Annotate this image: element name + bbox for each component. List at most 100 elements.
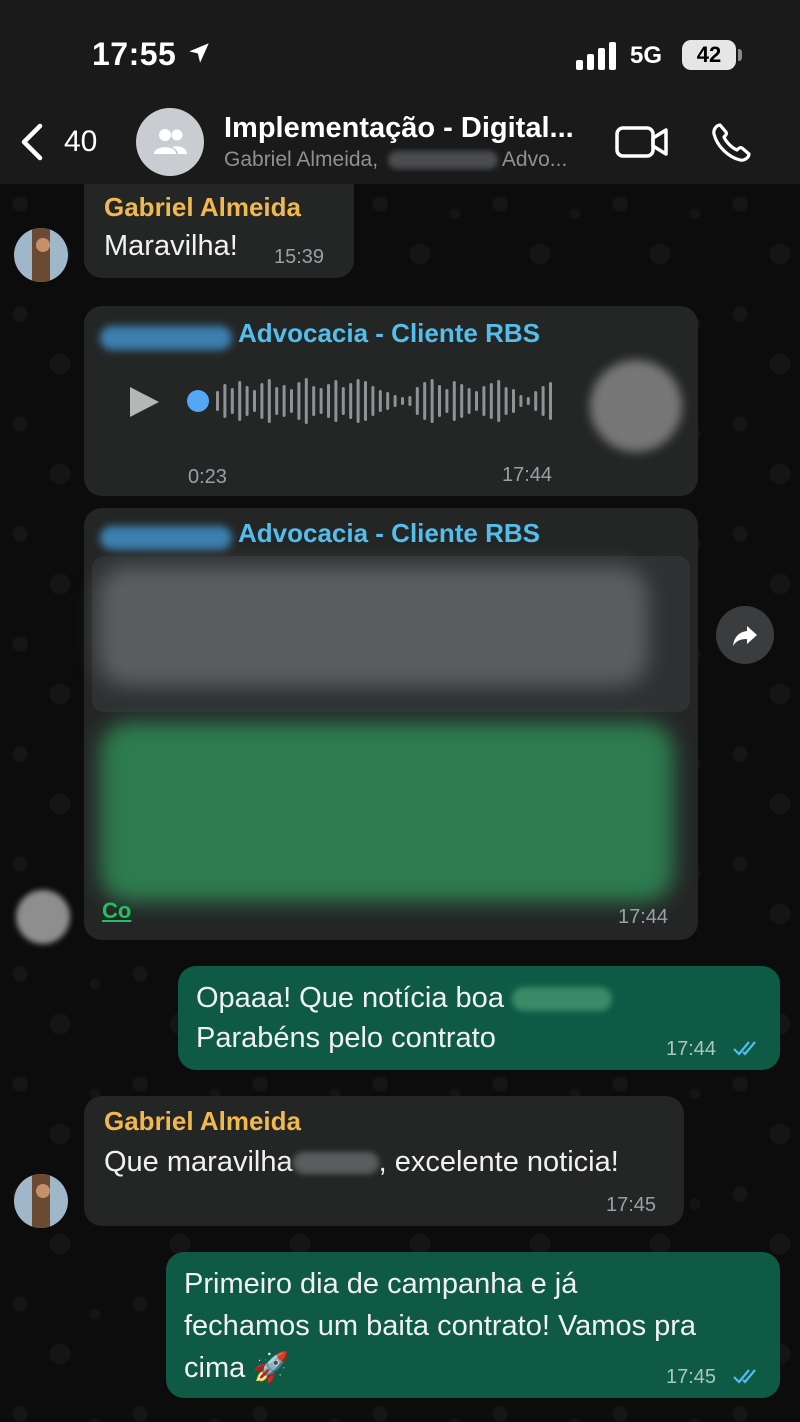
waveform-bar	[260, 383, 264, 419]
message-time: 17:45	[666, 1366, 717, 1388]
waveform-bar	[319, 388, 323, 414]
waveform-bar	[312, 386, 316, 416]
waveform-bar	[408, 396, 412, 406]
waveform-bar	[304, 378, 308, 424]
message-text: Que maravilha, excelente noticia!	[104, 1146, 619, 1178]
waveform-bar	[290, 389, 293, 413]
waveform-bar	[393, 395, 397, 407]
waveform-bar	[452, 381, 456, 421]
redacted-name	[512, 987, 613, 1012]
voice-duration: 0:23	[188, 466, 227, 488]
waveform-scrubber	[187, 390, 209, 412]
outgoing-message-bubble[interactable]: Opaaa! Que notícia boa Parabéns pelo con…	[178, 966, 780, 1070]
message-bubble[interactable]: Gabriel Almeida Maravilha! 15:39	[84, 184, 354, 278]
redacted-content	[100, 722, 674, 902]
back-button[interactable]: 40	[18, 118, 97, 166]
forwarded-message-bubble[interactable]: Advocacia - Cliente RBS Co 17:44	[84, 508, 698, 940]
waveform-bar	[327, 384, 330, 418]
waveform-bar	[423, 382, 427, 420]
message-time: 15:39	[274, 246, 325, 268]
waveform-bar	[349, 383, 353, 419]
message-text: cima 🚀	[184, 1352, 290, 1384]
waveform-bar	[275, 387, 279, 415]
group-members: Gabriel Almeida, Advo...	[224, 148, 594, 172]
status-bar: 17:55 5G 42	[0, 0, 800, 100]
waveform-bar	[504, 387, 508, 415]
redacted-name	[292, 1152, 379, 1175]
waveform-bar	[519, 395, 523, 407]
location-arrow-icon	[189, 43, 209, 63]
video-camera-icon[interactable]	[614, 122, 670, 162]
waveform-bar	[378, 390, 382, 412]
sender-name: Gabriel Almeida	[104, 1106, 301, 1136]
waveform-bar	[467, 388, 471, 414]
quoted-sender: Advocacia - Cliente RBS	[100, 318, 540, 350]
message-text: Maravilha!	[104, 230, 238, 262]
forward-icon	[733, 626, 757, 646]
signal-bars-icon	[576, 42, 616, 70]
waveform-bar	[482, 386, 486, 416]
avatar[interactable]	[14, 228, 68, 282]
back-chevron-icon	[21, 123, 43, 161]
waveform-bar	[267, 379, 271, 423]
forward-button[interactable]	[716, 606, 774, 664]
unread-count: 40	[64, 125, 98, 158]
waveform-bar	[401, 397, 404, 405]
group-title[interactable]: Implementação - Digital...	[224, 112, 604, 145]
members-start: Gabriel Almeida,	[224, 148, 384, 171]
avatar[interactable]	[16, 890, 70, 944]
voice-waveform[interactable]	[186, 376, 560, 426]
message-time: 17:44	[618, 906, 669, 928]
outgoing-message-bubble[interactable]: Primeiro dia de campanha e já fechamos u…	[166, 1252, 780, 1398]
waveform-bar	[356, 379, 360, 423]
waveform-bar	[216, 391, 219, 411]
waveform-bar	[415, 387, 419, 415]
quoted-sender: Advocacia - Cliente RBS	[100, 518, 540, 550]
double-check-icon	[733, 1369, 756, 1384]
waveform-bar	[526, 397, 530, 405]
waveform-bar	[445, 389, 449, 413]
play-icon[interactable]	[126, 384, 162, 420]
waveform-bar	[475, 391, 478, 411]
waveform-bar	[341, 387, 345, 415]
waveform-bar	[386, 392, 390, 410]
waveform-bar	[534, 391, 538, 411]
waveform-bar	[230, 388, 234, 414]
voice-sender-avatar	[590, 360, 682, 452]
waveform-bar	[245, 386, 249, 416]
waveform-bar	[253, 390, 256, 412]
redacted-member	[387, 151, 498, 170]
waveform-bar	[371, 386, 375, 416]
waveform-bar	[282, 385, 286, 417]
members-end: Advo...	[501, 148, 568, 171]
message-time: 17:45	[606, 1194, 657, 1216]
battery-indicator: 42	[682, 40, 736, 70]
group-icon	[154, 129, 187, 154]
status-time: 17:55	[92, 36, 177, 72]
battery-cap	[738, 49, 742, 61]
message-link[interactable]: Co	[102, 898, 131, 924]
message-time: 17:44	[502, 464, 553, 486]
waveform-bar	[512, 389, 515, 413]
redacted-name	[100, 525, 232, 550]
waveform-bar	[334, 380, 338, 422]
waveform-bar	[223, 384, 227, 418]
message-text: fechamos um baita contrato! Vamos pra	[184, 1310, 697, 1342]
double-check-icon	[733, 1041, 756, 1056]
waveform-bar	[460, 384, 464, 418]
waveform-bar	[430, 379, 434, 423]
chat-header: 40 Implementação - Digital... Gabriel Al…	[0, 100, 800, 184]
waveform-bar	[549, 382, 552, 420]
waveform-bar	[489, 383, 493, 419]
network-label: 5G	[630, 42, 663, 69]
group-avatar[interactable]	[136, 108, 204, 176]
waveform-bar	[541, 386, 545, 416]
waveform-bar	[438, 385, 441, 417]
avatar[interactable]	[14, 1174, 68, 1228]
message-text: Primeiro dia de campanha e já	[184, 1268, 578, 1300]
waveform-bar	[364, 381, 367, 421]
message-bubble[interactable]: Gabriel Almeida Que maravilha, excelente…	[84, 1096, 684, 1226]
message-text: Opaaa! Que notícia boa	[196, 978, 613, 1018]
waveform-bar	[238, 381, 242, 421]
phone-icon[interactable]	[708, 120, 754, 166]
